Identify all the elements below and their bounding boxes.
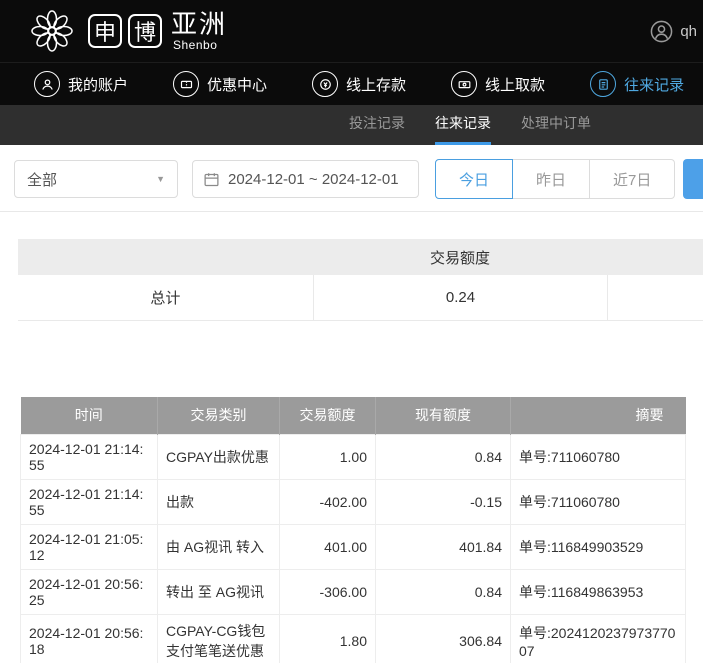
cell-balance: 401.84 <box>376 524 511 569</box>
transactions-table: 时间 交易类别 交易额度 现有额度 摘要 2024-12-01 21:14:55… <box>20 397 686 663</box>
brand-characters: 申 博 <box>88 14 162 48</box>
cell-amount: -402.00 <box>280 479 376 524</box>
nav-label: 往来记录 <box>624 74 684 95</box>
cell-time: 2024-12-01 21:05:12 <box>21 524 158 569</box>
nav-label: 线上取款 <box>485 74 545 95</box>
nav-label: 优惠中心 <box>207 74 267 95</box>
col-header-summary: 摘要 <box>511 397 686 434</box>
type-select-value: 全部 <box>27 169 57 190</box>
top-brand-bar: 申 博 亚洲 Shenbo qh <box>0 0 703 62</box>
nav-item-my-account[interactable]: 我的账户 <box>34 71 128 97</box>
cell-balance: 306.84 <box>376 614 511 663</box>
summary-table: 交易额度 总计 0.24 <box>18 239 703 321</box>
table-row: 2024-12-01 21:05:12由 AG视讯 转入401.00401.84… <box>21 524 686 569</box>
cell-amount: 401.00 <box>280 524 376 569</box>
summary-total-label: 总计 <box>18 275 313 320</box>
summary-header: 交易额度 <box>18 239 703 275</box>
last-7-days-button[interactable]: 近7日 <box>589 159 675 199</box>
cell-summary: 单号:711060780 <box>511 434 686 479</box>
col-header-type: 交易类别 <box>158 397 280 434</box>
cell-time: 2024-12-01 21:14:55 <box>21 479 158 524</box>
username: qh <box>680 23 697 40</box>
date-range-value: 2024-12-01 ~ 2024-12-01 <box>228 171 399 188</box>
nav-item-promotions[interactable]: 优惠中心 <box>173 71 267 97</box>
table-row: 2024-12-01 21:14:55出款-402.00-0.15单号:7110… <box>21 479 686 524</box>
cell-balance: -0.15 <box>376 479 511 524</box>
table-row: 2024-12-01 21:14:55CGPAY出款优惠1.000.84单号:7… <box>21 434 686 479</box>
cell-summary: 单号:202412023797377007 <box>511 614 686 663</box>
cell-type: CGPAY出款优惠 <box>158 434 280 479</box>
cell-time: 2024-12-01 20:56:25 <box>21 569 158 614</box>
today-button[interactable]: 今日 <box>435 159 513 199</box>
nav-item-withdraw[interactable]: 线上取款 <box>451 71 545 97</box>
cell-amount: -306.00 <box>280 569 376 614</box>
brand-region-label: 亚洲 <box>171 10 227 39</box>
cell-summary: 单号:116849903529 <box>511 524 686 569</box>
yesterday-button[interactable]: 昨日 <box>512 159 590 199</box>
cell-type: 转出 至 AG视讯 <box>158 569 280 614</box>
tab-transaction-records[interactable]: 往来记录 <box>435 105 491 145</box>
transactions-body: 2024-12-01 21:14:55CGPAY出款优惠1.000.84单号:7… <box>21 434 686 663</box>
user-account[interactable]: qh <box>650 20 697 43</box>
nav-item-transaction-records[interactable]: 往来记录 <box>590 71 684 97</box>
deposit-icon <box>312 71 338 97</box>
user-avatar-icon <box>650 20 673 43</box>
withdraw-icon <box>451 71 477 97</box>
cell-balance: 0.84 <box>376 569 511 614</box>
table-row: 2024-12-01 20:56:18CGPAY-CG钱包支付笔笔送优惠1.80… <box>21 614 686 663</box>
summary-empty-cell <box>607 275 703 320</box>
nav-label: 线上存款 <box>346 74 406 95</box>
summary-total-row: 总计 0.24 <box>18 275 703 321</box>
quick-range-buttons: 今日 昨日 近7日 <box>435 159 675 199</box>
cell-type: 出款 <box>158 479 280 524</box>
cell-amount: 1.00 <box>280 434 376 479</box>
date-range-input[interactable]: 2024-12-01 ~ 2024-12-01 <box>192 160 419 198</box>
brand-char-shen: 申 <box>88 14 122 48</box>
cell-type: CGPAY-CG钱包支付笔笔送优惠 <box>158 614 280 663</box>
col-header-time: 时间 <box>21 397 158 434</box>
brand-subtitle: Shenbo <box>171 39 227 52</box>
records-icon <box>590 71 616 97</box>
summary-total-value: 0.24 <box>313 275 608 320</box>
search-button[interactable]: 查询 <box>683 159 703 199</box>
filter-bar: 全部 ▼ 2024-12-01 ~ 2024-12-01 今日 昨日 近7日 查… <box>0 145 703 212</box>
cell-summary: 单号:116849863953 <box>511 569 686 614</box>
records-subnav: 投注记录 往来记录 处理中订单 <box>0 105 703 145</box>
chevron-down-icon: ▼ <box>156 174 165 184</box>
nav-item-deposit[interactable]: 线上存款 <box>312 71 406 97</box>
tab-processing-orders[interactable]: 处理中订单 <box>521 105 591 145</box>
nav-label: 我的账户 <box>68 74 128 95</box>
cell-time: 2024-12-01 20:56:18 <box>21 614 158 663</box>
cell-time: 2024-12-01 21:14:55 <box>21 434 158 479</box>
transactions-header: 时间 交易类别 交易额度 现有额度 摘要 <box>21 397 686 434</box>
calendar-icon <box>203 171 220 188</box>
account-icon <box>34 71 60 97</box>
col-header-amount: 交易额度 <box>280 397 376 434</box>
cell-type: 由 AG视讯 转入 <box>158 524 280 569</box>
cell-amount: 1.80 <box>280 614 376 663</box>
brand-region: 亚洲 Shenbo <box>171 10 227 52</box>
cell-summary: 单号:711060780 <box>511 479 686 524</box>
table-row: 2024-12-01 20:56:25转出 至 AG视讯-306.000.84单… <box>21 569 686 614</box>
flower-logo-icon <box>28 7 76 55</box>
brand-char-bo: 博 <box>128 14 162 48</box>
cell-balance: 0.84 <box>376 434 511 479</box>
col-header-balance: 现有额度 <box>376 397 511 434</box>
main-nav: 我的账户 优惠中心 线上存款 线上取款 往来记录 <box>0 62 703 105</box>
promo-icon <box>173 71 199 97</box>
type-select[interactable]: 全部 ▼ <box>14 160 178 198</box>
tab-betting-records[interactable]: 投注记录 <box>349 105 405 145</box>
